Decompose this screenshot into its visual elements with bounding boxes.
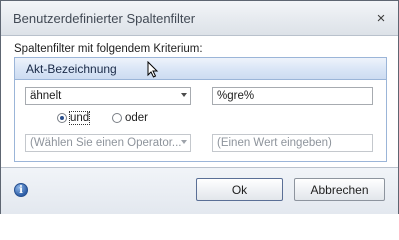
radio-or-indicator[interactable] — [112, 113, 122, 123]
group-header: Akt-Bezeichnung — [15, 58, 386, 80]
value-input-2[interactable]: (Einen Wert eingeben) — [212, 134, 373, 152]
column-name-label: Akt-Bezeichnung — [26, 62, 117, 76]
ok-button[interactable]: Ok — [196, 178, 283, 201]
window-title: Benutzerdefinierter Spaltenfilter — [13, 11, 196, 26]
title-bar: Benutzerdefinierter Spaltenfilter × — [1, 1, 398, 36]
mouse-pointer-icon — [147, 61, 159, 78]
operator-select-2-placeholder: (Wählen Sie einen Operator... — [30, 137, 182, 149]
radio-or-label: oder — [125, 112, 149, 124]
chevron-down-icon — [181, 93, 187, 97]
radio-and-label: und — [68, 111, 91, 125]
close-icon[interactable]: × — [373, 10, 389, 27]
filter-group: Akt-Bezeichnung ähnelt %gre% und oder (W… — [14, 57, 387, 162]
radio-and[interactable]: und — [57, 111, 91, 125]
value-input-2-placeholder: (Einen Wert eingeben) — [217, 137, 332, 149]
operator-select-1-value: ähnelt — [30, 90, 62, 102]
cancel-button[interactable]: Abbrechen — [294, 178, 385, 201]
radio-and-indicator[interactable] — [57, 113, 67, 123]
chevron-down-icon — [181, 140, 187, 144]
operator-select-1[interactable]: ähnelt — [25, 87, 191, 105]
operator-select-2[interactable]: (Wählen Sie einen Operator... — [25, 134, 191, 152]
custom-column-filter-dialog: Benutzerdefinierter Spaltenfilter × Spal… — [0, 0, 399, 214]
dialog-footer: i Ok Abbrechen — [1, 167, 398, 214]
criteria-label: Spaltenfilter mit folgendem Kriterium: — [14, 43, 203, 55]
dialog-content: Spaltenfilter mit folgendem Kriterium: A… — [9, 37, 389, 164]
radio-or[interactable]: oder — [112, 112, 148, 124]
value-input-1[interactable]: %gre% — [212, 87, 373, 105]
value-input-1-text: %gre% — [217, 90, 255, 102]
info-icon[interactable]: i — [14, 183, 28, 197]
